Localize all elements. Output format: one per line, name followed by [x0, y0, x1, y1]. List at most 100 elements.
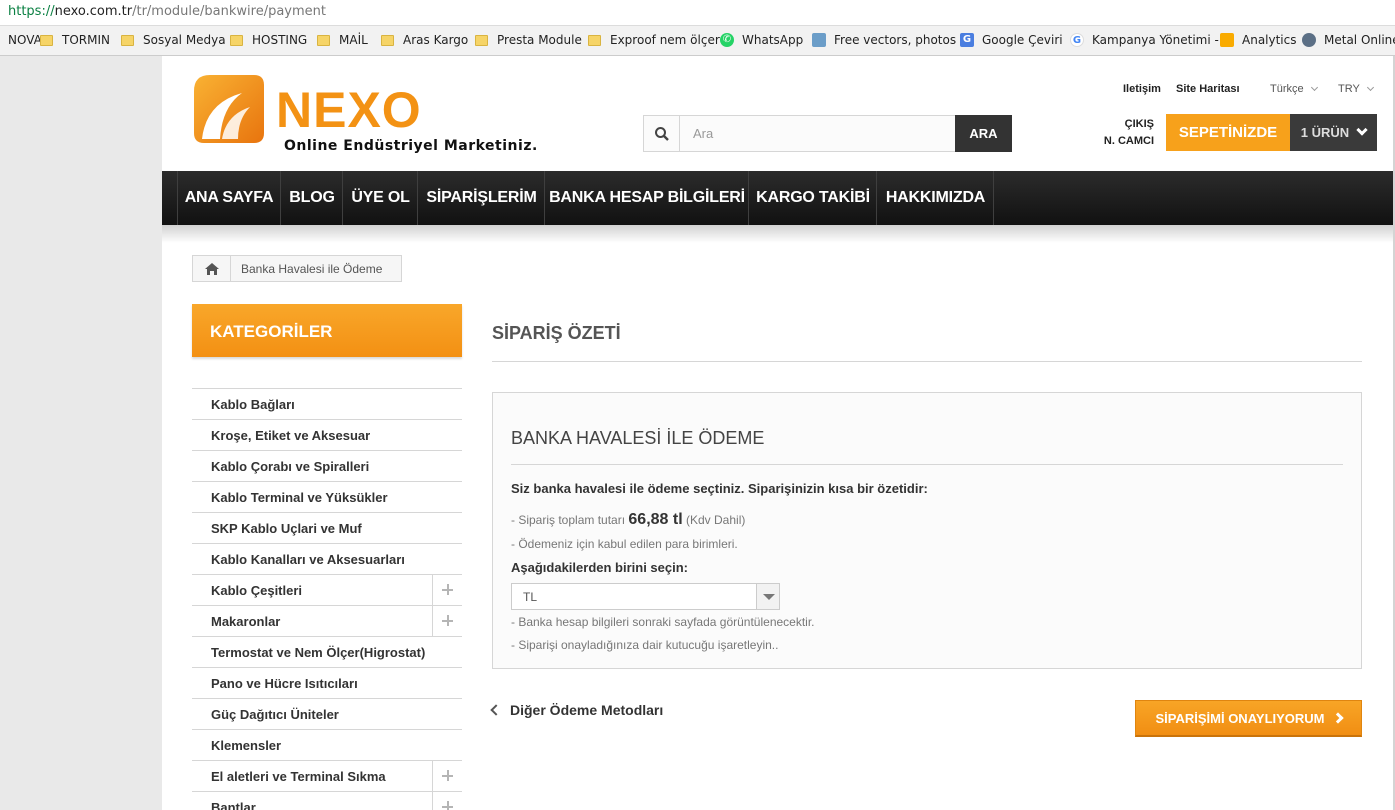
bookmarks-bar: NOVA TORMIN Sosyal Medya HOSTING MAİL Ar… [0, 26, 1395, 56]
category-item[interactable]: Klemensler [192, 729, 462, 760]
chevron-right-icon [1331, 712, 1344, 724]
nav-item-uye-ol[interactable]: ÜYE OL [344, 171, 418, 225]
bookmark-exproof[interactable]: Exproof nem ölçer [588, 33, 720, 47]
plus-icon[interactable] [432, 606, 462, 636]
category-item[interactable]: Kablo Çeşitleri [192, 574, 462, 605]
plus-icon[interactable] [432, 792, 462, 810]
category-label: Makaronlar [211, 614, 281, 629]
bookmark-nova[interactable]: NOVA [0, 33, 42, 47]
search-button[interactable]: ARA [955, 115, 1012, 152]
bookmark-metal-online[interactable]: Metal Online [1302, 33, 1395, 47]
category-item[interactable]: Kablo Bağları [192, 388, 462, 419]
cart-count: 1 ÜRÜN [1290, 114, 1377, 151]
url-host: nexo.com.tr [54, 4, 133, 19]
folder-icon [381, 34, 394, 46]
categories-title: KATEGORİLER [192, 304, 462, 357]
currency-select[interactable]: TL [511, 583, 780, 610]
logout-link[interactable]: ÇIKIŞ [1097, 118, 1154, 130]
bookmark-presta-module[interactable]: Presta Module [475, 33, 582, 47]
choose-currency-label: Aşağıdakilerden birini seçin: [511, 560, 688, 575]
category-item[interactable]: SKP Kablo Uçlari ve Muf [192, 512, 462, 543]
nav-item-ana-sayfa[interactable]: ANA SAYFA [177, 171, 281, 225]
sitemap-link[interactable]: Site Haritası [1176, 83, 1240, 95]
category-item[interactable]: Makaronlar [192, 605, 462, 636]
info-line-bank: - Banka hesap bilgileri sonraki sayfada … [511, 615, 815, 629]
category-item[interactable]: Kablo Çorabı ve Spiralleri [192, 450, 462, 481]
plus-icon[interactable] [432, 575, 462, 605]
confirm-order-button[interactable]: SİPARİŞİMİ ONAYLIYORUM [1135, 700, 1362, 737]
bookmark-google-ceviri[interactable]: G Google Çeviri [960, 33, 1063, 47]
category-item[interactable]: Kablo Kanalları ve Aksesuarları [192, 543, 462, 574]
url-path: /tr/module/bankwire/payment [132, 4, 326, 19]
category-label: Kablo Bağları [211, 397, 295, 412]
category-item[interactable]: Kablo Terminal ve Yüksükler [192, 481, 462, 512]
category-item[interactable]: Termostat ve Nem Ölçer(Higrostat) [192, 636, 462, 667]
category-label: Bantlar [211, 800, 256, 810]
search-box: ARA [643, 115, 1012, 152]
bookmark-hosting[interactable]: HOSTING [230, 33, 307, 47]
folder-icon [230, 34, 243, 46]
category-label: Pano ve Hücre Isıtıcıları [211, 676, 358, 691]
plus-icon[interactable] [432, 761, 462, 791]
bookmark-kampanya[interactable]: G Kampanya Yönetimi - [1070, 33, 1219, 47]
bookmark-mail[interactable]: MAİL [317, 33, 368, 47]
bookmark-label: Google Çeviri [982, 33, 1063, 47]
bookmark-whatsapp[interactable]: ✆ WhatsApp [720, 33, 803, 47]
bookmark-label: Kampanya Yönetimi - [1092, 33, 1219, 47]
search-input[interactable] [681, 116, 956, 151]
category-item[interactable]: Kroşe, Etiket ve Aksesuar [192, 419, 462, 450]
category-label: Kablo Kanalları ve Aksesuarları [211, 552, 405, 567]
category-label: Kablo Terminal ve Yüksükler [211, 490, 388, 505]
currency-selector[interactable]: TRY [1338, 83, 1374, 95]
home-icon[interactable] [193, 256, 231, 281]
chevron-down-icon [1366, 83, 1374, 92]
page-title: SİPARİŞ ÖZETİ [492, 323, 621, 343]
category-item[interactable]: El aletleri ve Terminal Sıkma [192, 760, 462, 791]
freepik-icon [812, 33, 826, 47]
bookmark-freepik[interactable]: Free vectors, photos [812, 33, 956, 47]
divider [511, 464, 1343, 465]
total-prefix: - Sipariş toplam tutarı [511, 513, 626, 527]
bookmark-label: Free vectors, photos [834, 33, 957, 47]
cart-label: SEPETİNİZDE [1166, 114, 1290, 151]
divider [492, 361, 1362, 362]
currency-select-value: TL [523, 590, 538, 604]
logout-block[interactable]: ÇIKIŞ N. CAMCI [1097, 118, 1154, 147]
cart-count-label: 1 ÜRÜN [1300, 125, 1350, 140]
nav-item-hakkimizda[interactable]: HAKKIMIZDA [878, 171, 994, 225]
bookmark-aras-kargo[interactable]: Aras Kargo [381, 33, 468, 47]
nav-item-banka-hesap[interactable]: BANKA HESAP BİLGİLERİ [546, 171, 749, 225]
folder-icon [121, 34, 134, 46]
chevron-left-icon [490, 704, 502, 716]
analytics-icon [1220, 33, 1234, 47]
category-item[interactable]: Bantlar [192, 791, 462, 810]
breadcrumb: Banka Havalesi ile Ödeme [192, 255, 402, 282]
breadcrumb-current: Banka Havalesi ile Ödeme [241, 261, 383, 276]
category-label: Kroşe, Etiket ve Aksesuar [211, 428, 371, 443]
category-label: Kablo Çorabı ve Spiralleri [211, 459, 370, 474]
nav-item-blog[interactable]: BLOG [282, 171, 343, 225]
site-tagline: Online Endüstriyel Marketiniz. [284, 138, 538, 154]
category-item[interactable]: Güç Dağıtıcı Üniteler [192, 698, 462, 729]
nav-item-siparislerim[interactable]: SİPARİŞLERİM [419, 171, 545, 225]
bookmark-label: HOSTING [252, 33, 308, 47]
category-label: Klemensler [211, 738, 282, 753]
url-protocol: https:// [8, 4, 55, 19]
bookmark-label: Presta Module [497, 33, 582, 47]
bookmark-analytics[interactable]: Analytics [1220, 33, 1297, 47]
address-bar[interactable]: https://nexo.com.tr/tr/module/bankwire/p… [0, 0, 1395, 26]
other-payment-methods-link[interactable]: Diğer Ödeme Metodları [490, 702, 663, 718]
contact-link[interactable]: Iletişim [1123, 83, 1161, 95]
nav-shadow [162, 225, 1393, 243]
category-item[interactable]: Pano ve Hücre Isıtıcıları [192, 667, 462, 698]
chevron-down-icon [1356, 123, 1368, 136]
bookmark-sosyal-medya[interactable]: Sosyal Medya [121, 33, 226, 47]
folder-icon [475, 34, 488, 46]
cart-button[interactable]: SEPETİNİZDE 1 ÜRÜN [1166, 114, 1377, 151]
search-icon[interactable] [644, 116, 680, 151]
bankwire-summary-box: BANKA HAVALESİ İLE ÖDEME Siz banka haval… [492, 392, 1362, 669]
nav-item-kargo-takibi[interactable]: KARGO TAKİBİ [750, 171, 877, 225]
total-suffix: (Kdv Dahil) [686, 513, 746, 527]
language-selector[interactable]: Türkçe [1270, 83, 1318, 95]
bookmark-tormin[interactable]: TORMIN [40, 33, 110, 47]
